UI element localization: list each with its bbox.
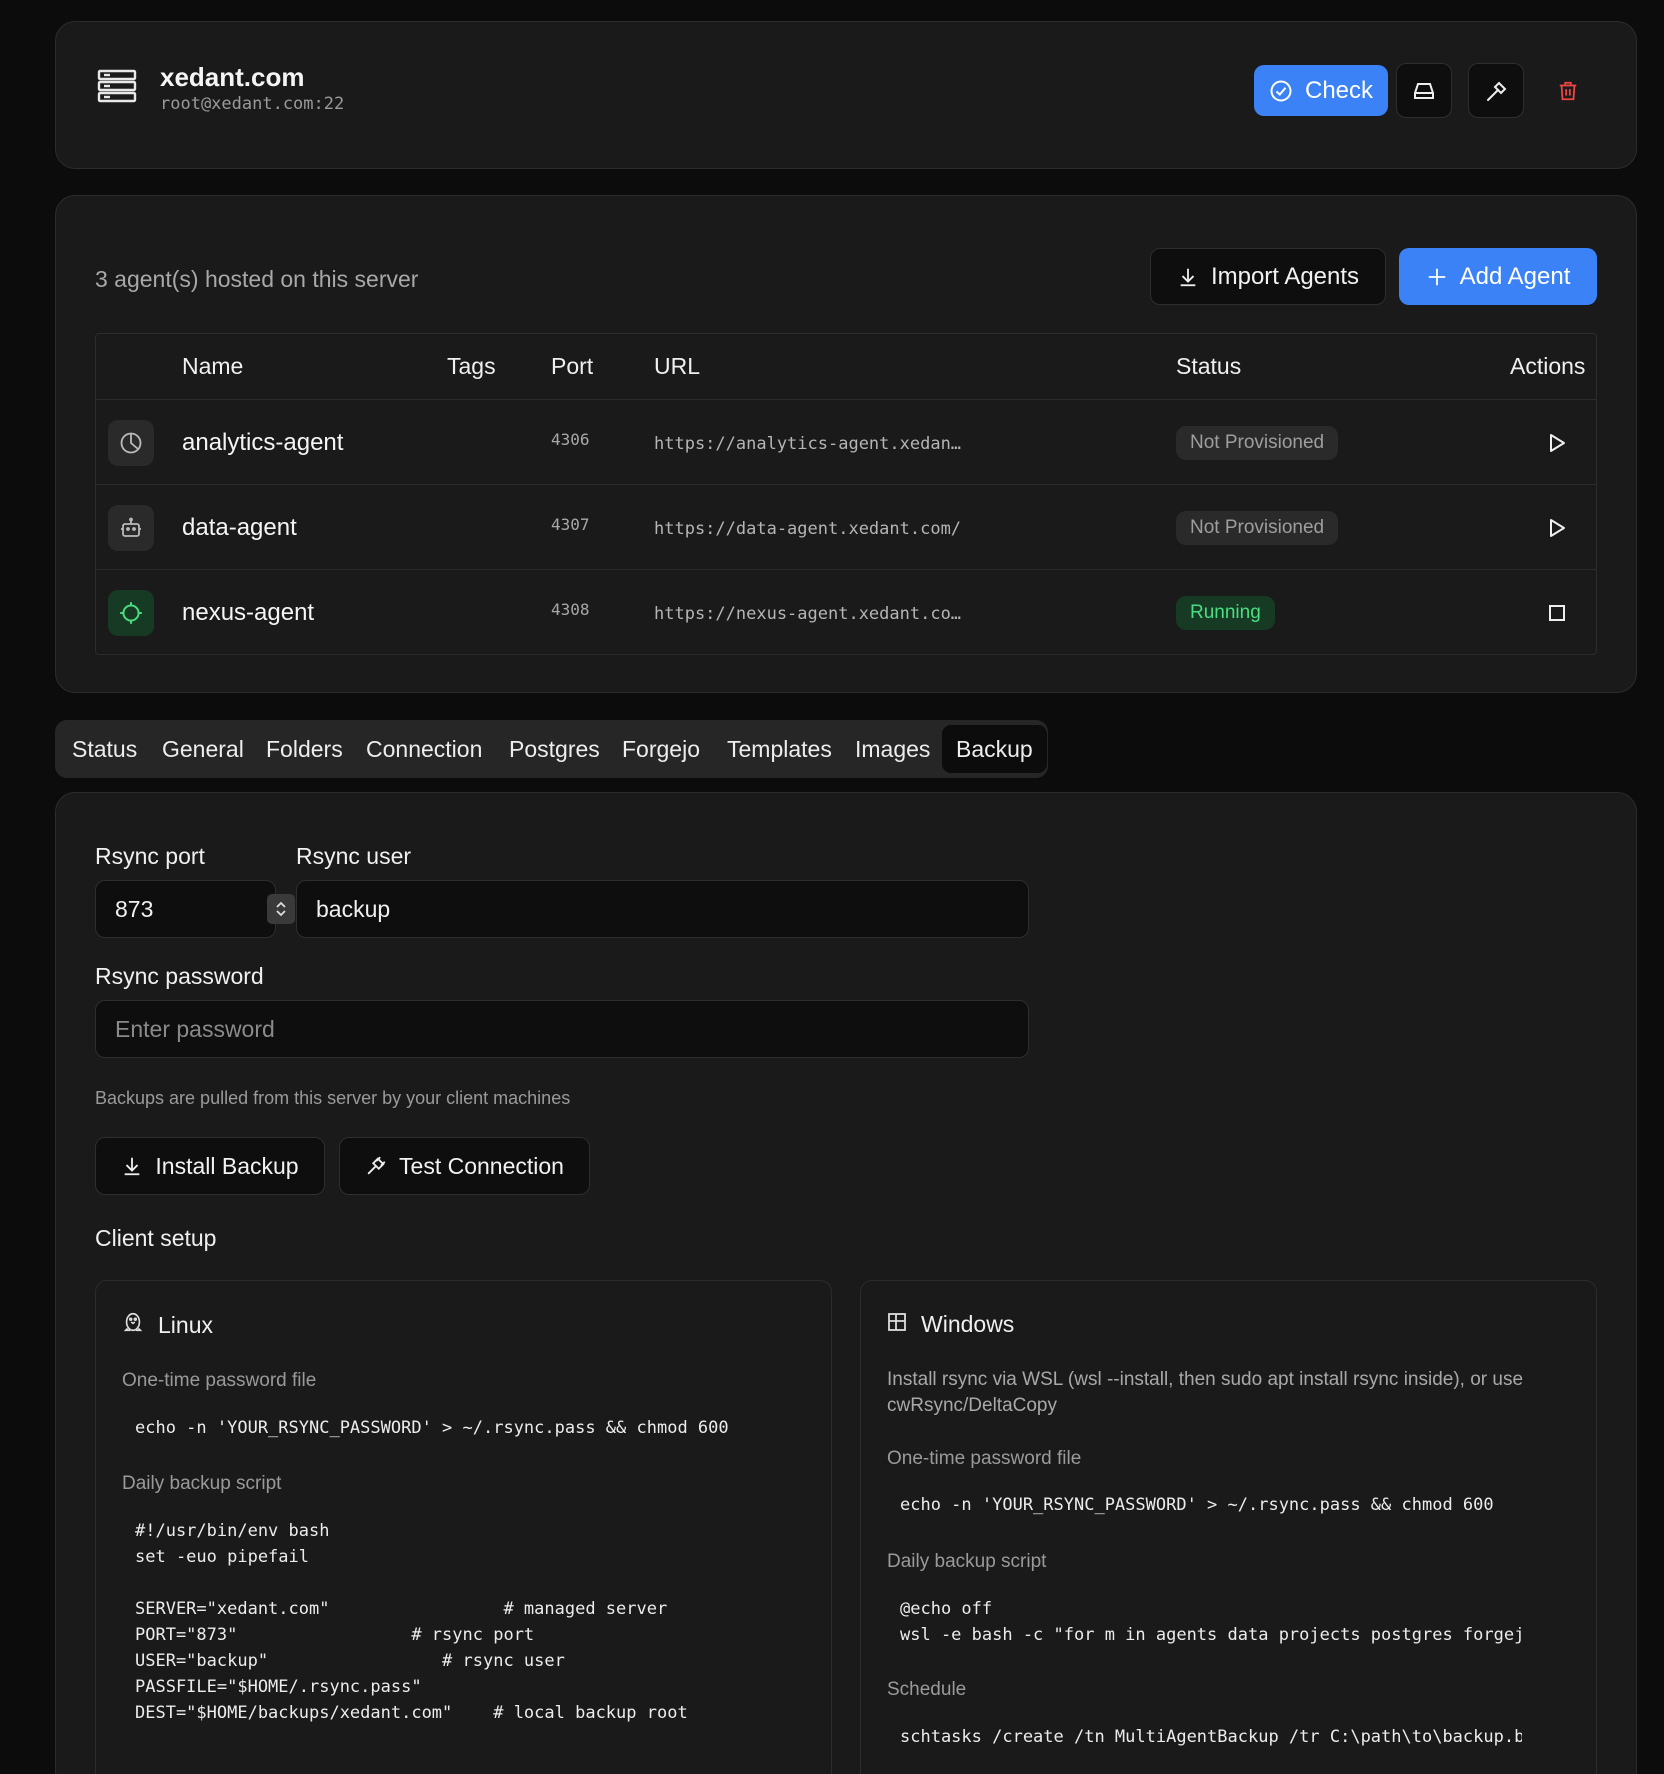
penguin-icon [122,1311,144,1339]
rsync-password-input[interactable]: Enter password [95,1000,1029,1058]
column-header-name[interactable]: Name [182,334,243,399]
check-button-label: Check [1304,76,1374,104]
agent-url[interactable]: https://data-agent.xedant.com/ [654,485,961,573]
agent-name[interactable]: analytics-agent [182,400,343,485]
linux-script-code[interactable]: #!/usr/bin/env bash set -euo pipefail SE… [135,1518,757,1726]
install-backup-button[interactable]: Install Backup [95,1137,325,1195]
plus-icon [1426,266,1448,288]
agents-card: 3 agent(s) hosted on this server Import … [55,195,1637,693]
column-header-url[interactable]: URL [654,334,700,399]
status-badge: Not Provisioned [1176,511,1339,545]
download-icon [121,1155,143,1177]
table-row[interactable]: data-agent 4307 https://data-agent.xedan… [96,484,1596,569]
rsync-password-label: Rsync password [95,963,264,989]
rsync-user-label: Rsync user [296,843,412,869]
windows-description: Install rsync via WSL (wsl --install, th… [887,1369,1524,1416]
windows-password-file-label: One-time password file [887,1448,1082,1469]
rsync-port-value: 873 [115,896,154,922]
hammer-icon [1484,79,1508,103]
check-circle-icon [1269,79,1293,103]
import-agents-label: Import Agents [1210,262,1360,290]
windows-heading: Windows [887,1311,1014,1338]
rsync-user-input[interactable]: backup [296,880,1029,938]
delete-server-button[interactable] [1540,63,1596,118]
windows-title: Windows [921,1311,1015,1337]
import-agents-button[interactable]: Import Agents [1150,248,1386,305]
trash-icon [1557,80,1579,102]
column-header-tags[interactable]: Tags [447,334,496,399]
spinner-icon[interactable] [267,894,295,924]
agents-count: 3 agent(s) hosted on this server [95,266,419,292]
tab-postgres[interactable]: Postgres [495,725,614,773]
windows-icon [887,1311,907,1338]
pie-chart-icon [108,420,154,466]
server-icon [97,69,137,103]
agent-port: 4308 [551,600,590,619]
windows-script-code[interactable]: @echo off wsl -e bash -c "for m in agent… [900,1596,1522,1648]
windows-panel: Windows Install rsync via WSL (wsl --ins… [860,1280,1597,1774]
linux-panel: Linux One-time password file echo -n 'YO… [95,1280,832,1774]
plug-icon [365,1155,387,1177]
tab-forgejo[interactable]: Forgejo [608,725,714,773]
download-icon [1177,266,1199,288]
agent-port: 4307 [551,515,590,534]
agent-url[interactable]: https://nexus-agent.xedant.co… [654,570,961,658]
agent-port: 4306 [551,430,590,449]
windows-script-label: Daily backup script [887,1551,1047,1572]
tab-templates[interactable]: Templates [713,725,846,773]
tab-backup[interactable]: Backup [942,725,1047,773]
add-agent-label: Add Agent [1459,262,1571,290]
install-backup-label: Install Backup [155,1152,299,1179]
linux-script-label: Daily backup script [122,1473,282,1494]
server-header-card: xedant.com root@xedant.com:22 Check [55,21,1637,169]
status-badge: Not Provisioned [1176,426,1339,460]
linux-password-code[interactable]: echo -n 'YOUR_RSYNC_PASSWORD' > ~/.rsync… [135,1415,757,1441]
crosshair-icon [108,590,154,636]
client-setup-title: Client setup [95,1225,217,1251]
agents-table: Name Tags Port URL Status Actions analyt… [95,333,1597,655]
tools-button[interactable] [1468,63,1524,118]
column-header-actions: Actions [1510,353,1586,379]
agent-url[interactable]: https://analytics-agent.xedan… [654,400,961,488]
rsync-port-label: Rsync port [95,843,205,869]
server-address: root@xedant.com:22 [160,94,345,114]
tab-general[interactable]: General [148,725,258,773]
robot-icon [108,505,154,551]
server-title: xedant.com [160,62,305,92]
column-header-status[interactable]: Status [1176,334,1241,399]
stop-icon[interactable] [1544,600,1570,626]
linux-heading: Linux [122,1311,213,1339]
status-badge: Running [1176,596,1275,630]
play-icon[interactable] [1544,515,1570,541]
windows-schedule-label: Schedule [887,1679,967,1700]
agent-name[interactable]: nexus-agent [182,570,314,655]
agent-name[interactable]: data-agent [182,485,297,570]
linux-title: Linux [158,1311,213,1338]
table-row[interactable]: analytics-agent 4306 https://analytics-a… [96,399,1596,484]
windows-password-code[interactable]: echo -n 'YOUR_RSYNC_PASSWORD' > ~/.rsync… [900,1492,1522,1518]
check-button[interactable]: Check [1254,65,1388,116]
table-row[interactable]: nexus-agent 4308 https://nexus-agent.xed… [96,569,1596,654]
rsync-port-input[interactable]: 873 [95,880,295,938]
tab-bar: Status General Folders Connection Postgr… [55,720,1048,778]
play-icon[interactable] [1544,430,1570,456]
linux-password-file-label: One-time password file [122,1370,317,1391]
backup-settings-card: Rsync port 873 Rsync user backup Rsync p… [55,792,1637,1774]
tab-status[interactable]: Status [58,725,151,773]
tab-folders[interactable]: Folders [252,725,357,773]
column-header-port[interactable]: Port [551,334,593,399]
add-agent-button[interactable]: Add Agent [1399,248,1597,305]
test-connection-button[interactable]: Test Connection [339,1137,590,1195]
backup-hint: Backups are pulled from this server by y… [95,1088,571,1108]
hard-drive-icon [1412,79,1436,103]
test-connection-label: Test Connection [399,1152,564,1179]
windows-schedule-code[interactable]: schtasks /create /tn MultiAgentBackup /t… [900,1724,1522,1750]
tab-images[interactable]: Images [841,725,944,773]
drive-button[interactable] [1396,63,1452,118]
tab-connection[interactable]: Connection [352,725,496,773]
